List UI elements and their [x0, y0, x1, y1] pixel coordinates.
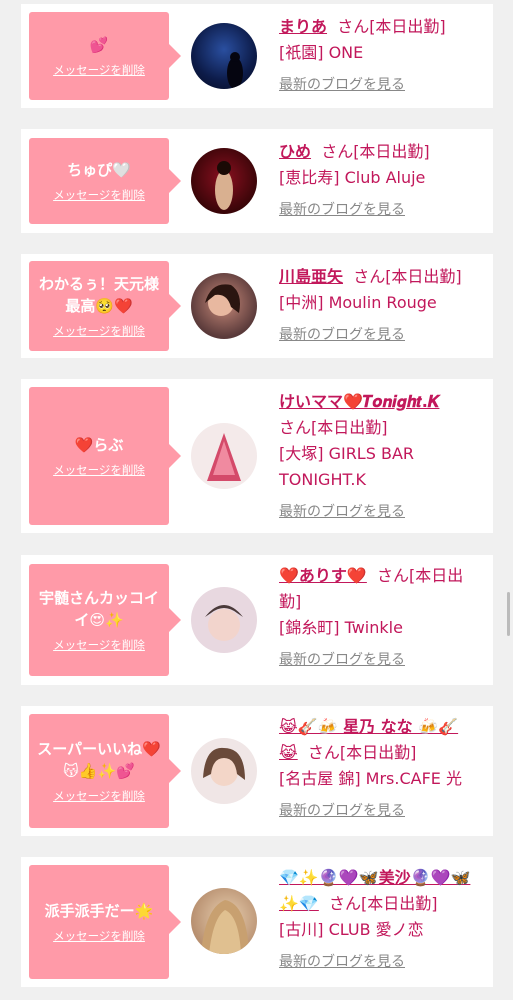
- avatar[interactable]: [191, 738, 257, 804]
- message-bubble: 宇髄さんカッコイイ😍✨ メッセージを削除: [29, 564, 181, 676]
- blog-link[interactable]: 最新のブログを見る: [279, 199, 405, 219]
- message-text: 💕: [89, 36, 109, 54]
- message-text: ❤️らぶ: [74, 436, 124, 454]
- message-text: スーパーいいね❤️😽👍✨💕: [37, 740, 161, 780]
- status-text: さん[本日出勤]: [307, 743, 417, 762]
- status-text: さん[本日出勤]: [329, 894, 438, 913]
- delete-message-link[interactable]: メッセージを削除: [53, 323, 145, 339]
- shop-text: [名古屋 錦] Mrs.CAFE 光: [279, 769, 462, 788]
- blog-link[interactable]: 最新のブログを見る: [279, 501, 405, 521]
- shop-text: [祇園] ONE: [279, 43, 364, 62]
- status-text: さん[本日出勤]: [337, 17, 446, 36]
- message-card: ちゅぴ🤍 メッセージを削除 ひめ さん[本日出勤] [恵比寿] Club Alu…: [21, 129, 493, 233]
- profile-info: まりあ さん[本日出勤] [祇園] ONE 最新のブログを見る: [279, 14, 484, 94]
- delete-message-link[interactable]: メッセージを削除: [53, 462, 145, 478]
- message-bubble: 派手派手だー🌟 メッセージを削除: [29, 865, 181, 979]
- message-bubble: わかるぅ！天元様最高🥺❤️ メッセージを削除: [29, 261, 181, 351]
- delete-message-link[interactable]: メッセージを削除: [53, 928, 145, 944]
- message-bubble: ❤️らぶ メッセージを削除: [29, 387, 181, 525]
- blog-link[interactable]: 最新のブログを見る: [279, 649, 405, 669]
- avatar[interactable]: [191, 148, 257, 214]
- delete-message-link[interactable]: メッセージを削除: [53, 187, 145, 203]
- delete-message-link[interactable]: メッセージを削除: [53, 637, 145, 653]
- status-text: さん[本日出勤]: [353, 267, 462, 286]
- message-bubble: ちゅぴ🤍 メッセージを削除: [29, 138, 181, 224]
- blog-link[interactable]: 最新のブログを見る: [279, 951, 405, 971]
- scrollbar[interactable]: [507, 592, 510, 636]
- message-card: 派手派手だー🌟 メッセージを削除 💎✨🔮💜🦋美沙🔮💜🦋✨💎 さん[本日出勤] […: [21, 857, 493, 987]
- avatar[interactable]: [191, 23, 257, 89]
- message-bubble: スーパーいいね❤️😽👍✨💕 メッセージを削除: [29, 714, 181, 828]
- profile-info: けいママ❤️𝑻𝒐𝒏𝒊𝒈𝒉𝒕.𝑲 さん[本日出勤] [大塚] GIRLS BAR …: [279, 389, 484, 521]
- message-card: わかるぅ！天元様最高🥺❤️ メッセージを削除 川島亜矢 さん[本日出勤] [中洲…: [21, 254, 493, 358]
- blog-link[interactable]: 最新のブログを見る: [279, 800, 405, 820]
- profile-name-link[interactable]: まりあ: [279, 17, 327, 36]
- shop-text: [恵比寿] Club Aluje: [279, 168, 426, 187]
- blog-link[interactable]: 最新のブログを見る: [279, 74, 405, 94]
- shop-text: [中洲] Moulin Rouge: [279, 293, 437, 312]
- profile-info: 川島亜矢 さん[本日出勤] [中洲] Moulin Rouge 最新のブログを見…: [279, 264, 484, 344]
- message-text: 派手派手だー🌟: [44, 902, 154, 920]
- message-card: スーパーいいね❤️😽👍✨💕 メッセージを削除 😹🎸🍻 星乃 なな 🍻🎸😹 さん[…: [21, 706, 493, 836]
- message-card: ❤️らぶ メッセージを削除 けいママ❤️𝑻𝒐𝒏𝒊𝒈𝒉𝒕.𝑲 さん[本日出勤] […: [21, 379, 493, 533]
- avatar[interactable]: [191, 423, 257, 489]
- message-text: わかるぅ！天元様最高🥺❤️: [38, 275, 159, 315]
- message-bubble: 💕 メッセージを削除: [29, 12, 181, 100]
- message-text: ちゅぴ🤍: [67, 161, 131, 179]
- status-text: さん[本日出勤]: [279, 418, 388, 437]
- profile-name-link[interactable]: 川島亜矢: [279, 267, 343, 286]
- profile-info: ❤️ありす❤️ さん[本日出勤] [錦糸町] Twinkle 最新のブログを見る: [279, 563, 484, 669]
- shop-text: [錦糸町] Twinkle: [279, 618, 403, 637]
- blog-link[interactable]: 最新のブログを見る: [279, 324, 405, 344]
- status-text: さん[本日出勤]: [321, 142, 430, 161]
- profile-name-link[interactable]: ひめ: [279, 142, 311, 161]
- avatar[interactable]: [191, 273, 257, 339]
- profile-name-link[interactable]: けいママ❤️𝑻𝒐𝒏𝒊𝒈𝒉𝒕.𝑲: [279, 392, 439, 411]
- message-card: 宇髄さんカッコイイ😍✨ メッセージを削除 ❤️ありす❤️ さん[本日出勤] [錦…: [21, 555, 493, 685]
- avatar[interactable]: [191, 587, 257, 653]
- message-text: 宇髄さんカッコイイ😍✨: [38, 589, 159, 629]
- profile-name-link[interactable]: ❤️ありす❤️: [279, 566, 367, 585]
- delete-message-link[interactable]: メッセージを削除: [53, 62, 145, 78]
- profile-info: 😹🎸🍻 星乃 なな 🍻🎸😹 さん[本日出勤] [名古屋 錦] Mrs.CAFE …: [279, 714, 484, 820]
- shop-text: [古川] CLUB 愛ノ恋: [279, 920, 424, 939]
- delete-message-link[interactable]: メッセージを削除: [53, 788, 145, 804]
- profile-info: 💎✨🔮💜🦋美沙🔮💜🦋✨💎 さん[本日出勤] [古川] CLUB 愛ノ恋 最新のブ…: [279, 865, 484, 971]
- shop-text: [大塚] GIRLS BAR TONIGHT.K: [279, 444, 415, 489]
- avatar[interactable]: [191, 888, 257, 954]
- profile-info: ひめ さん[本日出勤] [恵比寿] Club Aluje 最新のブログを見る: [279, 139, 484, 219]
- message-card: 💕 メッセージを削除 まりあ さん[本日出勤] [祇園] ONE 最新のブログを…: [21, 4, 493, 108]
